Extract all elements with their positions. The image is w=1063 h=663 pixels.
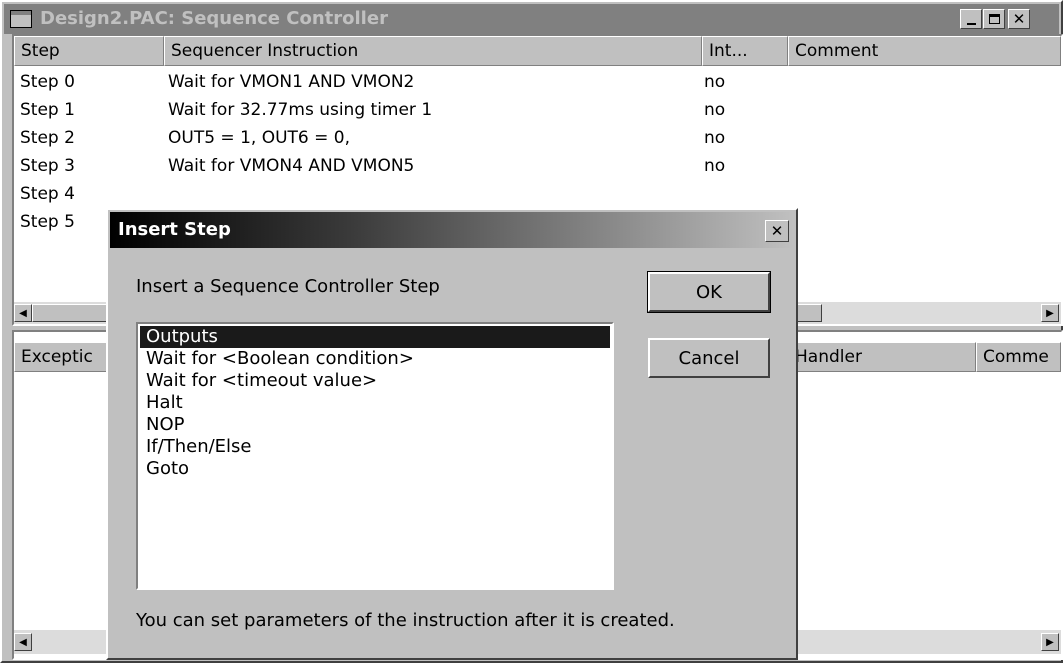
int-cell: no [704,156,726,176]
dialog-title-bar[interactable]: Insert Step ✕ [110,212,794,248]
list-item[interactable]: Goto [140,458,610,480]
column-header-step[interactable]: Step [14,36,164,66]
instruction-cell: OUT5 = 1, OUT6 = 0, [168,128,350,148]
instruction-cell: Wait for VMON1 AND VMON2 [168,72,415,92]
window-icon[interactable] [10,10,32,28]
step-cell: Step 1 [20,100,75,120]
list-item[interactable]: Outputs [140,326,610,348]
column-header-int[interactable]: Int... [702,36,788,66]
close-icon: ✕ [1012,9,1026,28]
table-row[interactable]: Step 3 Wait for VMON4 AND VMON5 no [14,152,1061,180]
scroll-right-button[interactable]: ▶ [1041,633,1059,651]
maximize-icon [988,14,1000,24]
list-item[interactable]: Wait for <timeout value> [140,370,610,392]
step-cell: Step 4 [20,184,75,204]
column-header-comment[interactable]: Comment [788,36,1061,66]
arrow-right-icon: ▶ [1046,636,1054,648]
close-button[interactable]: ✕ [1008,9,1030,29]
column-header-handler[interactable]: Handler [788,342,976,372]
list-item[interactable]: If/Then/Else [140,436,610,458]
step-type-list[interactable]: Outputs Wait for <Boolean condition> Wai… [136,322,614,590]
arrow-right-icon: ▶ [1046,307,1054,319]
dialog-footer-note: You can set parameters of the instructio… [136,610,675,631]
arrow-left-icon: ◀ [19,307,27,319]
instruction-cell: Wait for 32.77ms using timer 1 [168,100,433,120]
dialog-close-button[interactable]: ✕ [765,220,789,242]
scroll-left-button[interactable]: ◀ [14,633,32,651]
maximize-button[interactable] [983,9,1005,29]
arrow-left-icon: ◀ [19,636,27,648]
dialog-prompt: Insert a Sequence Controller Step [136,276,440,297]
column-header-instruction[interactable]: Sequencer Instruction [164,36,702,66]
close-icon: ✕ [770,221,784,240]
window-title: Design2.PAC: Sequence Controller [40,8,388,29]
int-cell: no [704,100,726,120]
list-item[interactable]: Halt [140,392,610,414]
ok-button[interactable]: OK [647,271,771,313]
column-header-exception[interactable]: Exceptic [14,342,114,372]
cancel-button[interactable]: Cancel [648,338,770,378]
minimize-icon [966,22,976,25]
step-cell: Step 0 [20,72,75,92]
table-row[interactable]: Step 2 OUT5 = 1, OUT6 = 0, no [14,124,1061,152]
list-item[interactable]: NOP [140,414,610,436]
step-cell: Step 2 [20,128,75,148]
scroll-right-button[interactable]: ▶ [1041,304,1059,322]
table-row[interactable]: Step 0 Wait for VMON1 AND VMON2 no [14,68,1061,96]
step-cell: Step 3 [20,156,75,176]
scroll-left-button[interactable]: ◀ [14,304,32,322]
title-bar[interactable]: Design2.PAC: Sequence Controller ✕ [4,4,1059,34]
table-row[interactable]: Step 4 [14,180,1061,208]
insert-step-dialog: Insert Step ✕ Insert a Sequence Controll… [106,208,798,660]
dialog-title: Insert Step [118,219,231,240]
int-cell: no [704,72,726,92]
column-header-comment[interactable]: Comme [976,342,1061,372]
int-cell: no [704,128,726,148]
table-row[interactable]: Step 1 Wait for 32.77ms using timer 1 no [14,96,1061,124]
list-item[interactable]: Wait for <Boolean condition> [140,348,610,370]
step-cell: Step 5 [20,212,75,232]
minimize-button[interactable] [960,9,982,29]
instruction-cell: Wait for VMON4 AND VMON5 [168,156,415,176]
